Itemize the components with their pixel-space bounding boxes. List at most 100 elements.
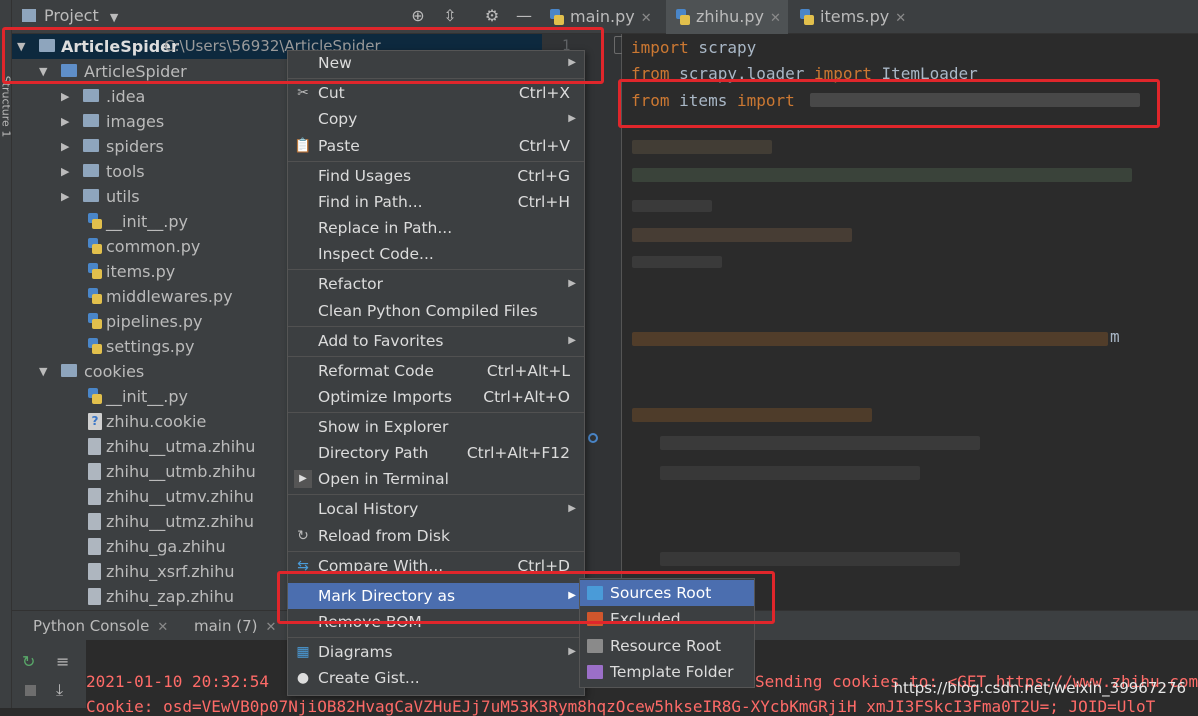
menu-separator	[288, 356, 584, 357]
menu-item-reload-from-disk[interactable]: ↻ Reload from Disk	[288, 523, 584, 549]
submenu-item-template-folder[interactable]: Template Folder	[580, 659, 754, 685]
tree-item-label: zhihu_zap.zhihu	[106, 587, 234, 606]
console-toolbar: ↻ ≡ ⤓	[12, 640, 86, 708]
menu-item-label: Diagrams	[318, 643, 393, 661]
menu-item-shortcut: Ctrl+V	[518, 137, 570, 155]
menu-item-replace-in-path[interactable]: Replace in Path...	[288, 215, 584, 241]
tree-item-label: zhihu__utmb.zhihu	[106, 462, 256, 481]
submenu-arrow-icon: ▶	[568, 646, 576, 657]
menu-item-label: Refactor	[318, 275, 384, 293]
submenu-arrow-icon: ▶	[568, 278, 576, 289]
tree-item-label: middlewares.py	[106, 287, 233, 306]
menu-separator	[288, 412, 584, 413]
blurred-code	[632, 332, 1108, 346]
blurred-code	[632, 408, 872, 422]
menu-item-label: Optimize Imports	[318, 388, 452, 406]
locate-icon[interactable]: ⊕	[408, 6, 428, 26]
menu-separator	[288, 494, 584, 495]
project-view-selector[interactable]: Project ▼	[22, 6, 118, 25]
diagram-icon: ▦	[296, 644, 310, 660]
menu-item-find-in-path[interactable]: Find in Path... Ctrl+H	[288, 189, 584, 215]
collapse-arrow-icon[interactable]: ▶	[61, 159, 73, 184]
folder-icon	[83, 89, 99, 102]
blurred-code	[632, 168, 1132, 182]
tree-item-label: common.py	[106, 237, 201, 256]
tab-label: main.py	[570, 7, 635, 26]
menu-item-label: Find Usages	[318, 167, 412, 185]
menu-item-label: Paste	[318, 137, 360, 155]
collapse-all-icon[interactable]: ⇳	[440, 6, 460, 26]
menu-item-open-in-terminal[interactable]: ▶ Open in Terminal	[288, 466, 584, 492]
close-icon[interactable]: ✕	[641, 11, 652, 26]
close-icon[interactable]: ✕	[157, 620, 168, 635]
menu-item-local-history[interactable]: Local History ▶	[288, 496, 584, 522]
menu-item-paste[interactable]: 📋 Paste Ctrl+V	[288, 133, 584, 159]
soft-wrap-icon[interactable]: ≡	[56, 652, 69, 671]
close-icon[interactable]: ✕	[266, 620, 277, 635]
submenu-item-label: Template Folder	[610, 663, 734, 681]
menu-item-shortcut: Ctrl+Alt+F12	[466, 444, 570, 462]
menu-item-shortcut: Ctrl+Alt+L	[486, 362, 570, 380]
python-file-icon	[88, 313, 102, 329]
python-file-icon	[88, 238, 102, 254]
console-line-2: Cookie: osd=VEwVB0p07NjiOB82HvagCaVZHuEJ…	[86, 697, 1156, 716]
text-file-icon	[88, 563, 101, 580]
submenu-arrow-icon: ▶	[568, 113, 576, 124]
submenu-arrow-icon: ▶	[568, 335, 576, 346]
tab-zhihu-py[interactable]: zhihu.py ✕	[666, 0, 788, 34]
menu-separator	[288, 326, 584, 327]
python-file-icon	[676, 9, 690, 25]
menu-item-reformat-code[interactable]: Reformat Code Ctrl+Alt+L	[288, 358, 584, 384]
text-file-icon	[88, 438, 101, 455]
collapse-arrow-icon[interactable]: ▶	[61, 109, 73, 134]
tree-item-label: settings.py	[106, 337, 195, 356]
menu-item-shortcut: Ctrl+G	[517, 167, 570, 185]
rerun-icon[interactable]: ↻	[22, 652, 35, 671]
menu-item-add-to-favorites[interactable]: Add to Favorites ▶	[288, 328, 584, 354]
collapse-arrow-icon[interactable]: ▶	[61, 84, 73, 109]
menu-item-label: Show in Explorer	[318, 418, 449, 436]
menu-item-copy[interactable]: Copy ▶	[288, 106, 584, 132]
menu-item-show-in-explorer[interactable]: Show in Explorer	[288, 414, 584, 440]
collapse-arrow-icon[interactable]: ▶	[61, 184, 73, 209]
watermark: https://blog.csdn.net/weixin_39967276	[893, 679, 1186, 697]
collapse-arrow-icon[interactable]: ▶	[61, 134, 73, 159]
tab-python-console[interactable]: Python Console ✕	[33, 611, 168, 641]
folder-icon	[83, 114, 99, 127]
tab-items-py[interactable]: items.py ✕	[794, 0, 914, 34]
breakpoint-marker-icon[interactable]	[588, 433, 598, 443]
menu-item-find-usages[interactable]: Find Usages Ctrl+G	[288, 163, 584, 189]
menu-item-label: Create Gist...	[318, 669, 420, 687]
menu-separator	[288, 161, 584, 162]
unknown-file-icon: ?	[88, 413, 102, 430]
tree-item-label: zhihu__utmv.zhihu	[106, 487, 254, 506]
tab-main-run[interactable]: main (7) ✕	[194, 611, 276, 641]
menu-item-refactor[interactable]: Refactor ▶	[288, 271, 584, 297]
tree-item-label: zhihu__utmz.zhihu	[106, 512, 255, 531]
hide-panel-icon[interactable]: —	[514, 6, 534, 26]
tree-item-label: images	[106, 112, 165, 131]
submenu-item-resource-root[interactable]: Resource Root	[580, 633, 754, 659]
menu-item-optimize-imports[interactable]: Optimize Imports Ctrl+Alt+O	[288, 384, 584, 410]
python-file-icon	[88, 388, 102, 404]
project-title: Project	[44, 6, 99, 25]
close-icon[interactable]: ✕	[895, 11, 906, 26]
tree-item-label: zhihu.cookie	[106, 412, 207, 431]
close-icon[interactable]: ✕	[770, 11, 781, 26]
blurred-code	[660, 436, 980, 450]
menu-item-create-gist[interactable]: ● Create Gist...	[288, 665, 584, 691]
tree-item-label: tools	[106, 162, 145, 181]
python-file-icon	[88, 288, 102, 304]
tab-label: items.py	[820, 7, 890, 26]
menu-item-diagrams[interactable]: ▦ Diagrams ▶	[288, 639, 584, 665]
chevron-down-icon: ▼	[109, 11, 119, 24]
scroll-to-end-icon[interactable]: ⤓	[56, 680, 63, 700]
stop-icon[interactable]	[25, 685, 36, 696]
expand-arrow-icon[interactable]: ▼	[39, 359, 51, 384]
gear-icon[interactable]: ⚙	[482, 6, 502, 26]
reload-icon: ↻	[297, 528, 309, 544]
menu-item-directory-path[interactable]: Directory Path Ctrl+Alt+F12	[288, 440, 584, 466]
menu-item-clean-python-compiled-files[interactable]: Clean Python Compiled Files	[288, 298, 584, 324]
tree-item-label: utils	[106, 187, 140, 206]
menu-item-inspect-code[interactable]: Inspect Code...	[288, 241, 584, 267]
